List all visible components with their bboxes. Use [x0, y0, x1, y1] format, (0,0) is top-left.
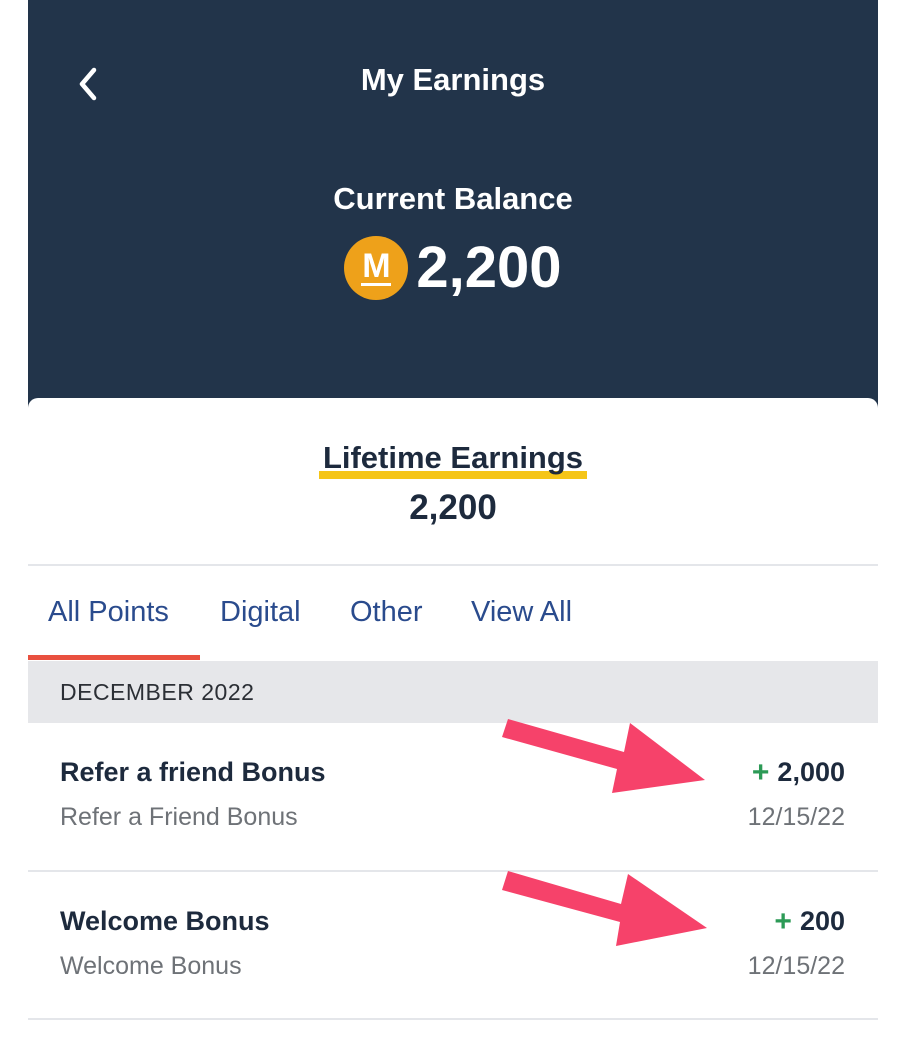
transaction-row[interactable]: Refer a friend Bonus Refer a Friend Bonu… [28, 723, 878, 871]
page-title: My Earnings [360, 62, 546, 97]
lifetime-earnings-text: Lifetime Earnings [322, 440, 584, 475]
coin-underline [361, 283, 392, 286]
transaction-row[interactable]: Welcome Bonus Welcome Bonus + 200 12/15/… [28, 872, 878, 1020]
current-balance: M 2,200 [28, 236, 878, 300]
current-balance-label: Current Balance [333, 181, 573, 216]
divider [28, 1018, 878, 1020]
m-coin-icon: M [344, 236, 409, 300]
transaction-amount-value: 200 [799, 906, 845, 936]
tab-digital[interactable]: Digital [220, 596, 301, 629]
tab-view-all[interactable]: View All [471, 596, 572, 629]
transaction-title: Welcome Bonus [60, 906, 270, 936]
plus-icon: + [751, 755, 770, 789]
transaction-amount-value: 2,000 [777, 757, 845, 787]
transaction-title: Refer a friend Bonus [60, 757, 326, 787]
points-tabs: All Points Digital Other View All [28, 566, 878, 661]
tab-all-points[interactable]: All Points [48, 596, 169, 629]
active-tab-indicator [28, 655, 200, 660]
transaction-date: 12/15/22 [747, 952, 845, 980]
transaction-amount: + 200 [774, 906, 845, 937]
current-balance-value: 2,200 [416, 235, 562, 300]
lifetime-earnings-value: 2,200 [409, 488, 497, 527]
transaction-date: 12/15/22 [747, 803, 845, 831]
earnings-card: Lifetime Earnings 2,200 All Points Digit… [28, 398, 878, 1054]
coin-letter: M [362, 247, 391, 285]
month-title: DECEMBER 2022 [60, 679, 255, 705]
pink-arrow-icon [502, 871, 707, 946]
earnings-screen: My Earnings Current Balance M 2,200 Life… [28, 0, 878, 1054]
pink-arrow-icon [502, 719, 705, 793]
earnings-header: My Earnings Current Balance M 2,200 [28, 0, 878, 420]
transaction-subtitle: Welcome Bonus [60, 952, 242, 980]
lifetime-earnings-label: Lifetime Earnings [318, 440, 588, 479]
plus-icon: + [774, 904, 792, 938]
lifetime-earnings-heading: Lifetime Earnings [28, 440, 878, 479]
tab-other[interactable]: Other [350, 596, 423, 629]
transaction-amount: + 2,000 [752, 757, 845, 788]
month-section-header: DECEMBER 2022 [28, 661, 878, 723]
transaction-subtitle: Refer a Friend Bonus [60, 803, 298, 831]
